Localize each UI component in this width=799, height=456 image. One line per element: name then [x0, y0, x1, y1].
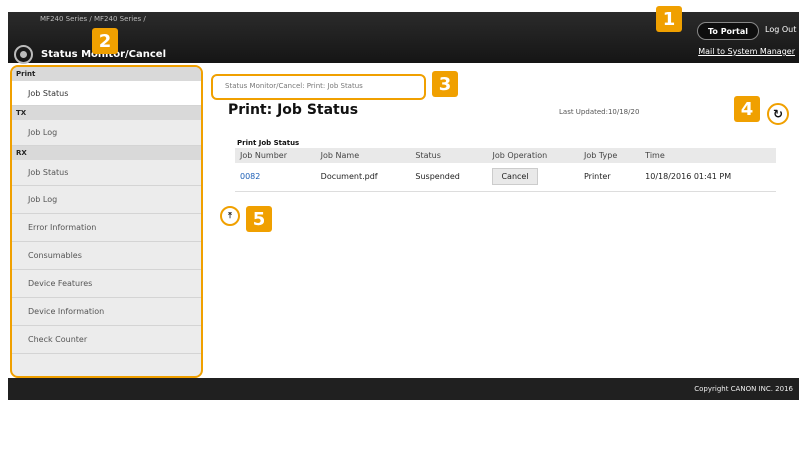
job-number-link[interactable]: 0082: [240, 172, 260, 181]
table-row: 0082 Document.pdf Suspended Cancel Print…: [235, 163, 776, 192]
print-job-table: Job Number Job Name Status Job Operation…: [235, 148, 776, 192]
column-header: Job Name: [315, 148, 411, 163]
page-breadcrumb: Status Monitor/Cancel: Print: Job Status: [211, 74, 426, 100]
title-row: Status Monitor/Cancel: [14, 45, 166, 64]
back-to-top-icon: ⤒: [228, 211, 232, 220]
column-header: Job Number: [235, 148, 316, 163]
sidebar-item-device-features[interactable]: Device Features: [12, 270, 201, 298]
callout-marker-2: 2: [92, 28, 118, 54]
cancel-job-button[interactable]: Cancel: [492, 168, 538, 186]
last-updated-text: Last Updated:10/18/20: [559, 108, 640, 116]
refresh-button[interactable]: ↻: [767, 103, 789, 125]
sidebar-item-consumables[interactable]: Consumables: [12, 242, 201, 270]
to-portal-button[interactable]: To Portal: [697, 22, 759, 40]
table-header-row: Job Number Job Name Status Job Operation…: [235, 148, 776, 163]
refresh-icon: ↻: [772, 107, 784, 121]
column-header: Job Operation: [487, 148, 579, 163]
sidebar-item-error-information[interactable]: Error Information: [12, 214, 201, 242]
device-breadcrumb: MF240 Series / MF240 Series /: [40, 15, 146, 23]
sidebar-group-rx: RX: [12, 146, 201, 160]
settings-icon: [14, 45, 33, 64]
column-header: Status: [410, 148, 488, 163]
job-name-cell: Document.pdf: [315, 163, 411, 192]
sidebar-item-print-job-status[interactable]: Job Status: [12, 81, 201, 106]
callout-marker-5: 5: [246, 206, 272, 232]
job-table-title: Print Job Status: [237, 139, 300, 147]
sidebar-item-rx-job-status[interactable]: Job Status: [12, 160, 201, 186]
sidebar-item-tx-job-log[interactable]: Job Log: [12, 120, 201, 146]
column-header: Time: [640, 148, 776, 163]
copyright-text: Copyright CANON INC. 2016: [694, 385, 793, 393]
page-title: Print: Job Status: [228, 102, 359, 118]
callout-marker-3: 3: [432, 71, 458, 97]
sidebar-item-rx-job-log[interactable]: Job Log: [12, 186, 201, 214]
footer-bar: Copyright CANON INC. 2016: [8, 378, 799, 400]
mail-system-manager-link[interactable]: Mail to System Manager: [698, 47, 795, 56]
job-status-cell: Suspended: [410, 163, 488, 192]
main-content: Status Monitor/Cancel: Print: Job Status…: [211, 65, 799, 378]
log-out-link[interactable]: Log Out: [765, 25, 796, 34]
sidebar-item-device-information[interactable]: Device Information: [12, 298, 201, 326]
job-time-cell: 10/18/2016 01:41 PM: [640, 163, 776, 192]
back-to-top-button[interactable]: ⤒: [220, 206, 240, 226]
job-type-cell: Printer: [578, 163, 641, 192]
sidebar-group-tx: TX: [12, 106, 201, 120]
callout-marker-1: 1: [656, 6, 682, 32]
sidebar-item-check-counter[interactable]: Check Counter: [12, 326, 201, 354]
callout-marker-4: 4: [734, 96, 760, 122]
sidebar-group-print: Print: [12, 67, 201, 81]
column-header: Job Type: [578, 148, 641, 163]
sidebar-menu: Print Job Status TX Job Log RX Job Statu…: [10, 65, 203, 378]
